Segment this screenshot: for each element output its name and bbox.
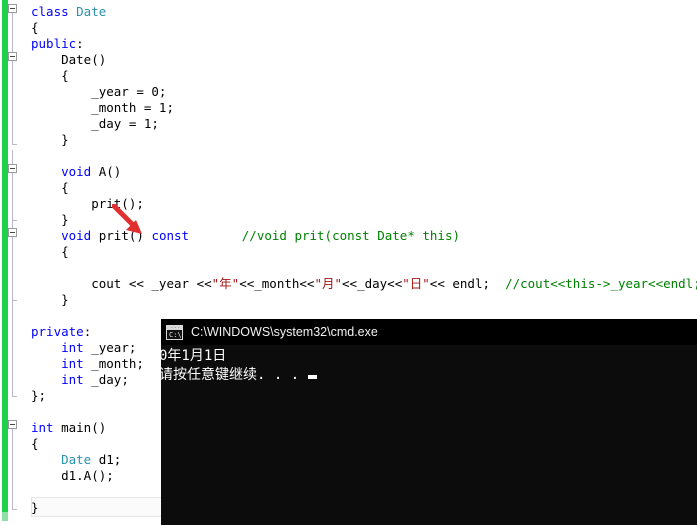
console-title-bar[interactable]: ··· C:\ C:\WINDOWS\system32\cmd.exe (161, 319, 697, 345)
console-output-line-2: 请按任意键继续. . . (161, 366, 697, 385)
code-token: void (31, 164, 92, 179)
code-line[interactable]: { (31, 180, 69, 196)
cmd-console-window[interactable]: ··· C:\ C:\WINDOWS\system32\cmd.exe 0年1月… (161, 319, 697, 525)
code-token: public (31, 36, 77, 51)
code-token: d1.A(); (31, 468, 114, 483)
code-line[interactable]: int _month; (31, 356, 144, 372)
code-token: { (31, 436, 39, 451)
code-token: <<_day<< (342, 276, 403, 291)
code-token: } (31, 132, 69, 147)
code-token: int (31, 420, 54, 435)
code-token: const (151, 228, 190, 243)
code-line[interactable]: void A() (31, 164, 121, 180)
code-token: <<_month<< (239, 276, 315, 291)
code-token: Date (31, 452, 92, 467)
code-line[interactable]: Date d1; (31, 452, 121, 468)
code-line[interactable]: } (31, 500, 39, 516)
console-output-area[interactable]: 0年1月1日 请按任意键继续. . . (161, 345, 697, 525)
code-token: { (31, 244, 69, 259)
code-token: { (31, 20, 39, 35)
cmd-console-icon: ··· C:\ (166, 324, 183, 340)
code-token: : (83, 324, 92, 339)
code-token: A() (91, 164, 122, 179)
code-token: void (31, 228, 92, 243)
code-token: _year = 0; (31, 84, 167, 99)
code-token: Date (76, 4, 107, 19)
code-line[interactable]: _day = 1; (31, 116, 159, 132)
code-line[interactable]: void prit() const //void prit(const Date… (31, 228, 460, 244)
code-token: "日" (402, 276, 430, 291)
code-token: cout << _year << (31, 276, 212, 291)
code-token: main() (53, 420, 107, 435)
code-token: prit(); (31, 196, 144, 211)
code-token: }; (31, 388, 47, 403)
code-token: d1; (91, 452, 122, 467)
code-token: //void prit(const Date* this) (241, 228, 461, 243)
code-line[interactable]: { (31, 20, 39, 36)
code-line[interactable]: d1.A(); (31, 468, 114, 484)
code-line[interactable]: class Date (31, 4, 106, 20)
code-token: } (31, 292, 69, 307)
code-line[interactable]: } (31, 292, 69, 308)
code-line[interactable]: }; (31, 388, 46, 404)
code-token: int (31, 356, 84, 371)
code-token: prit() (91, 228, 152, 243)
code-token: int (31, 340, 84, 355)
console-output-line-1: 0年1月1日 (161, 348, 227, 364)
code-line[interactable]: int main() (31, 420, 106, 436)
code-line[interactable]: prit(); (31, 196, 144, 212)
code-token: _month; (83, 356, 144, 371)
code-token: Date() (31, 52, 107, 67)
code-token: << endl; (429, 276, 506, 291)
code-line[interactable]: cout << _year <<"年"<<_month<<"月"<<_day<<… (31, 276, 697, 292)
code-line[interactable]: { (31, 68, 69, 84)
code-line[interactable]: private: (31, 324, 91, 340)
code-token: class (31, 4, 77, 19)
console-cursor (308, 375, 318, 379)
code-line[interactable]: _month = 1; (31, 100, 174, 116)
code-token: { (31, 68, 69, 83)
code-token: { (31, 180, 69, 195)
code-line[interactable]: { (31, 244, 69, 260)
code-token: _year; (83, 340, 137, 355)
code-token: } (31, 212, 69, 227)
code-token: "年" (211, 276, 240, 291)
code-token: int (31, 372, 84, 387)
code-line[interactable]: } (31, 212, 69, 228)
code-token: _day = 1; (31, 116, 159, 131)
code-token: : (76, 36, 84, 51)
code-token: _day; (83, 372, 129, 387)
code-line[interactable]: _year = 0; (31, 84, 166, 100)
code-line[interactable]: } (31, 132, 69, 148)
console-output-line-2-text: 请按任意键继续. . . (161, 367, 300, 383)
code-token: "月" (314, 276, 343, 291)
code-line[interactable]: { (31, 436, 39, 452)
console-icon-prompt-text: C:\ (169, 330, 182, 339)
code-line[interactable]: int _year; (31, 340, 136, 356)
code-token: private (31, 324, 84, 339)
code-line[interactable]: public: (31, 36, 84, 52)
console-title-text: C:\WINDOWS\system32\cmd.exe (191, 325, 378, 339)
code-line[interactable]: Date() (31, 52, 106, 68)
code-token: _month = 1; (31, 100, 174, 115)
code-token: } (31, 500, 39, 515)
code-line[interactable]: int _day; (31, 372, 129, 388)
code-token: //cout<<this->_year<<endl; (505, 276, 697, 291)
